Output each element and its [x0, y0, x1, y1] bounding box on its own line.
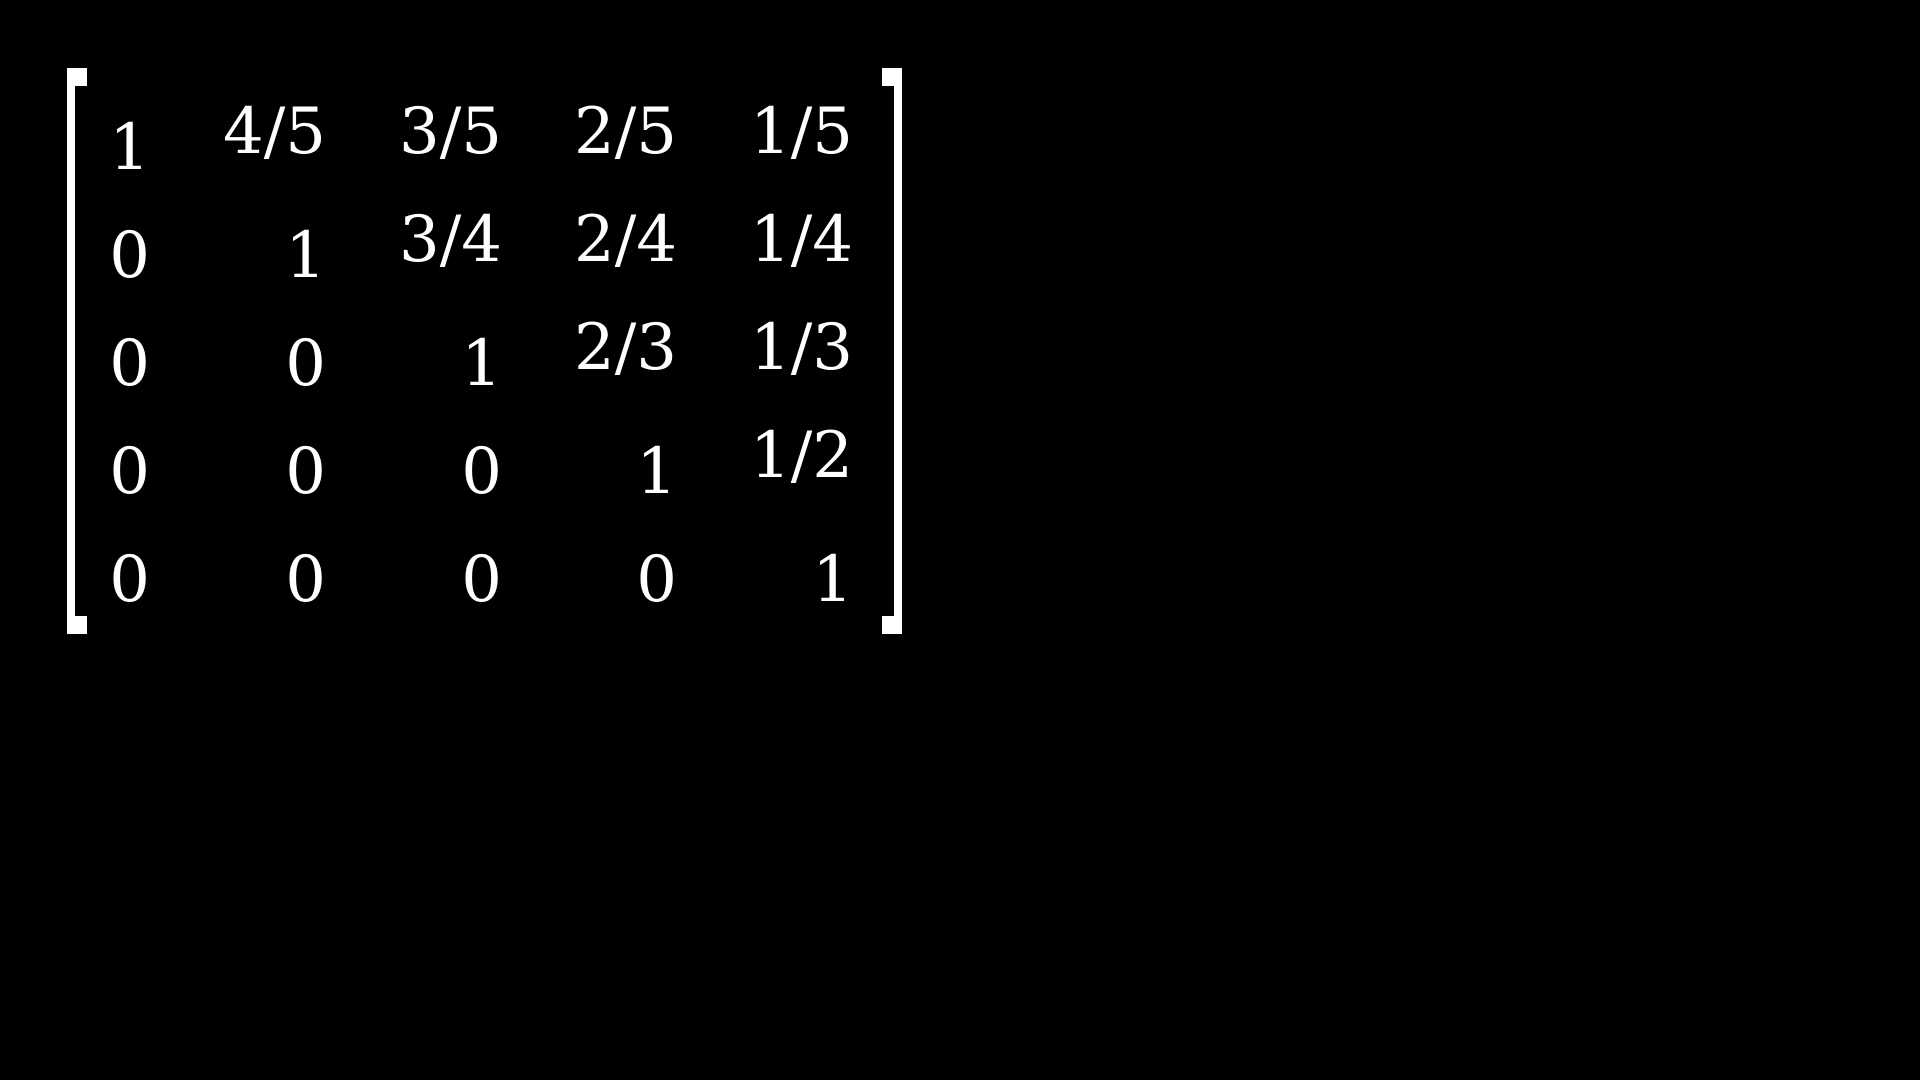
matrix-cell-r3-c0: 0: [109, 435, 150, 509]
right-bracket-bar: [894, 68, 902, 634]
left-bracket-bottom-serif: [67, 616, 87, 634]
matrix-cell-r1-c0: 0: [109, 219, 150, 293]
matrix-cell-r0-c3: 2/5: [574, 95, 677, 169]
matrix-cell-r4-c0: 0: [109, 543, 150, 617]
matrix-cell-r0-c2: 3/5: [399, 95, 502, 169]
matrix-cell-r1-c3: 2/4: [574, 203, 677, 277]
matrix-cell-r4-c2: 0: [461, 543, 502, 617]
matrix-cell-r1-c4: 1/4: [750, 203, 853, 277]
matrix-cell-r0-c4: 1/5: [750, 95, 853, 169]
matrix-cell-r3-c2: 0: [461, 435, 502, 509]
matrix-cell-r1-c1: 1: [285, 219, 326, 293]
matrix-cell-r0-c1: 4/5: [223, 95, 326, 169]
right-bracket-top-serif: [882, 68, 902, 86]
matrix-cell-r4-c3: 0: [636, 543, 677, 617]
matrix-cell-r2-c3: 2/3: [574, 311, 677, 385]
matrix-cell-r0-c0: 1: [109, 111, 150, 185]
matrix-cell-r2-c2: 1: [461, 327, 502, 401]
matrix-cell-r2-c4: 1/3: [750, 311, 853, 385]
matrix-cell-r1-c2: 3/4: [399, 203, 502, 277]
left-bracket-top-serif: [67, 68, 87, 86]
canvas: 1 4/5 3/5 2/5 1/5 0 1 3/4 2/4 1/4 0 0 1 …: [0, 0, 1920, 1080]
matrix-cell-r2-c0: 0: [109, 327, 150, 401]
matrix: 1 4/5 3/5 2/5 1/5 0 1 3/4 2/4 1/4 0 0 1 …: [0, 0, 1920, 1080]
matrix-cell-r2-c1: 0: [285, 327, 326, 401]
matrix-cell-r4-c4: 1: [812, 543, 853, 617]
matrix-cell-r3-c3: 1: [636, 435, 677, 509]
matrix-cell-r4-c1: 0: [285, 543, 326, 617]
matrix-cell-r3-c1: 0: [285, 435, 326, 509]
right-bracket-bottom-serif: [882, 616, 902, 634]
matrix-cell-r3-c4: 1/2: [750, 419, 853, 493]
